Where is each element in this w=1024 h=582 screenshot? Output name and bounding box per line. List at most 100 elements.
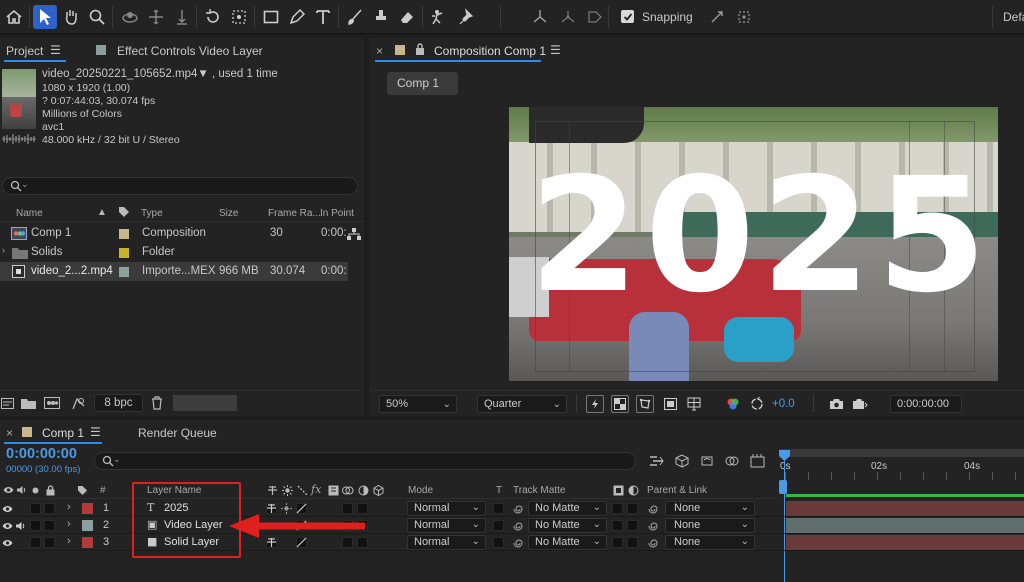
parent-dropdown[interactable]: None ⌄ xyxy=(665,518,755,533)
parent-dropdown[interactable]: None ⌄ xyxy=(665,535,755,550)
col-frame-rate[interactable]: Frame Ra... xyxy=(268,208,321,219)
sort-ascending-icon[interactable]: ▲ xyxy=(97,207,107,218)
viewer-text-layer[interactable]: 2025 xyxy=(529,151,989,321)
label-color-swatch[interactable] xyxy=(82,503,93,514)
world-axis-icon[interactable] xyxy=(556,5,580,29)
col-in-point[interactable]: In Point xyxy=(320,208,354,219)
expand-chevron-icon[interactable]: › xyxy=(2,245,5,255)
timeline-menu-icon[interactable]: ☰ xyxy=(90,425,101,439)
lock-icon[interactable] xyxy=(44,484,56,496)
dolly-camera-icon[interactable] xyxy=(170,5,194,29)
motion-blur-icon[interactable] xyxy=(748,453,766,469)
tab-render-queue[interactable]: Render Queue xyxy=(138,426,217,440)
draft-3d-icon[interactable] xyxy=(673,453,691,469)
color-channels-icon[interactable] xyxy=(724,395,742,413)
transparency-grid-icon[interactable] xyxy=(611,395,629,413)
video-visibility-icon[interactable] xyxy=(2,503,13,514)
3d-layer-icon[interactable] xyxy=(372,484,384,496)
collapse-transformations-icon[interactable] xyxy=(281,503,292,514)
flowchart-icon[interactable] xyxy=(346,227,362,241)
composition-mini-flowchart-icon[interactable] xyxy=(648,453,666,469)
motion-blur-toggle[interactable] xyxy=(342,537,353,548)
snap-target-icon[interactable] xyxy=(732,5,756,29)
col-size[interactable]: Size xyxy=(219,208,238,219)
workspace-label[interactable]: Default xyxy=(1003,10,1024,24)
project-scroll-thumb[interactable] xyxy=(173,395,237,411)
matte-luma-icon[interactable] xyxy=(627,484,639,496)
lock-icon[interactable] xyxy=(414,42,426,56)
mask-visibility-icon[interactable] xyxy=(636,395,654,413)
hand-tool-icon[interactable] xyxy=(59,5,83,29)
region-of-interest-icon[interactable] xyxy=(661,395,679,413)
layer-duration-bar[interactable] xyxy=(786,501,1024,516)
lock-toggle[interactable] xyxy=(44,520,55,531)
exposure-value[interactable]: +0.0 xyxy=(772,398,795,410)
matte-alpha-icon[interactable] xyxy=(612,484,624,496)
col-mode[interactable]: Mode xyxy=(408,485,433,496)
zoom-tool-icon[interactable] xyxy=(85,5,109,29)
col-name[interactable]: Name xyxy=(16,208,43,219)
close-tab-icon[interactable]: × xyxy=(6,426,13,440)
tab-project[interactable]: Project xyxy=(6,44,43,58)
reset-exposure-icon[interactable] xyxy=(748,395,766,413)
solo-toggle[interactable] xyxy=(30,503,41,514)
list-item[interactable]: › Solids Folder xyxy=(0,243,364,262)
col-parent-link[interactable]: Parent & Link xyxy=(647,485,707,496)
interpret-footage-icon[interactable] xyxy=(0,396,14,410)
anchor-point-tool-icon[interactable] xyxy=(227,5,251,29)
work-area-bar[interactable] xyxy=(780,449,1024,457)
comp-breadcrumb-button[interactable]: Comp 1 xyxy=(387,72,458,95)
label-color-swatch[interactable] xyxy=(119,267,129,277)
brush-tool-icon[interactable] xyxy=(343,5,367,29)
viewer-timecode[interactable]: 0:00:00:00 xyxy=(890,395,962,413)
comp-menu-icon[interactable]: ☰ xyxy=(550,43,561,57)
label-color-swatch[interactable] xyxy=(82,520,93,531)
puppet-pin-tool-icon[interactable] xyxy=(455,5,479,29)
adjustment-layer-icon[interactable] xyxy=(357,484,369,496)
solo-toggle[interactable] xyxy=(30,520,41,531)
composition-viewer[interactable]: 2025 xyxy=(509,107,998,381)
blend-mode-dropdown[interactable]: Normal ⌄ xyxy=(407,501,486,516)
col-t[interactable]: T xyxy=(496,485,502,496)
frame-blending-icon[interactable] xyxy=(723,453,741,469)
matte-luma-toggle[interactable] xyxy=(627,537,638,548)
current-timecode[interactable]: 0:00:00:00 xyxy=(6,446,77,462)
col-track-matte[interactable]: Track Matte xyxy=(513,485,565,496)
grid-guides-icon[interactable] xyxy=(685,395,703,413)
hide-shy-layers-icon[interactable] xyxy=(698,453,716,469)
list-item[interactable]: video_2...2.mp4 Importe...MEX 966 MB 30.… xyxy=(0,262,364,281)
zoom-dropdown[interactable]: 50% ⌄ xyxy=(379,395,457,413)
snapshot-camera-icon[interactable] xyxy=(827,395,845,413)
view-axis-icon[interactable] xyxy=(583,5,607,29)
shy-switch-icon[interactable] xyxy=(266,484,278,496)
frame-blend-switch-icon[interactable] xyxy=(327,484,339,496)
timeline-search-input[interactable]: ⌄ xyxy=(94,452,636,470)
matte-alpha-toggle[interactable] xyxy=(612,503,623,514)
layer-duration-bar[interactable] xyxy=(786,535,1024,550)
new-composition-icon[interactable] xyxy=(43,396,61,410)
type-tool-icon[interactable] xyxy=(311,5,335,29)
search-dropdown-chevron[interactable]: ⌄ xyxy=(21,179,29,190)
adjustment-toggle[interactable] xyxy=(357,537,368,548)
col-type[interactable]: Type xyxy=(141,208,163,219)
label-color-swatch[interactable] xyxy=(119,248,129,258)
quality-switch-icon[interactable] xyxy=(296,484,308,496)
parent-pickwhip-icon[interactable] xyxy=(646,502,659,515)
resolution-dropdown[interactable]: Quarter ⌄ xyxy=(477,395,567,413)
matte-luma-toggle[interactable] xyxy=(627,520,638,531)
preserve-transparency-toggle[interactable] xyxy=(493,520,504,531)
trash-icon[interactable] xyxy=(150,395,164,411)
audio-icon[interactable] xyxy=(15,520,26,531)
pen-tool-icon[interactable] xyxy=(285,5,309,29)
audio-icon[interactable] xyxy=(15,484,27,496)
video-visibility-icon[interactable] xyxy=(2,484,14,496)
layer-duration-bar[interactable] xyxy=(786,518,1024,533)
search-dropdown-chevron[interactable]: ⌄ xyxy=(113,454,121,465)
label-color-swatch[interactable] xyxy=(82,537,93,548)
track-matte-dropdown[interactable]: No Matte ⌄ xyxy=(528,535,607,550)
pan-camera-icon[interactable] xyxy=(144,5,168,29)
matte-pickwhip-icon[interactable] xyxy=(511,502,524,515)
preserve-transparency-toggle[interactable] xyxy=(493,503,504,514)
motion-blur-switch-icon[interactable] xyxy=(342,484,354,496)
rotate-tool-icon[interactable] xyxy=(201,5,225,29)
